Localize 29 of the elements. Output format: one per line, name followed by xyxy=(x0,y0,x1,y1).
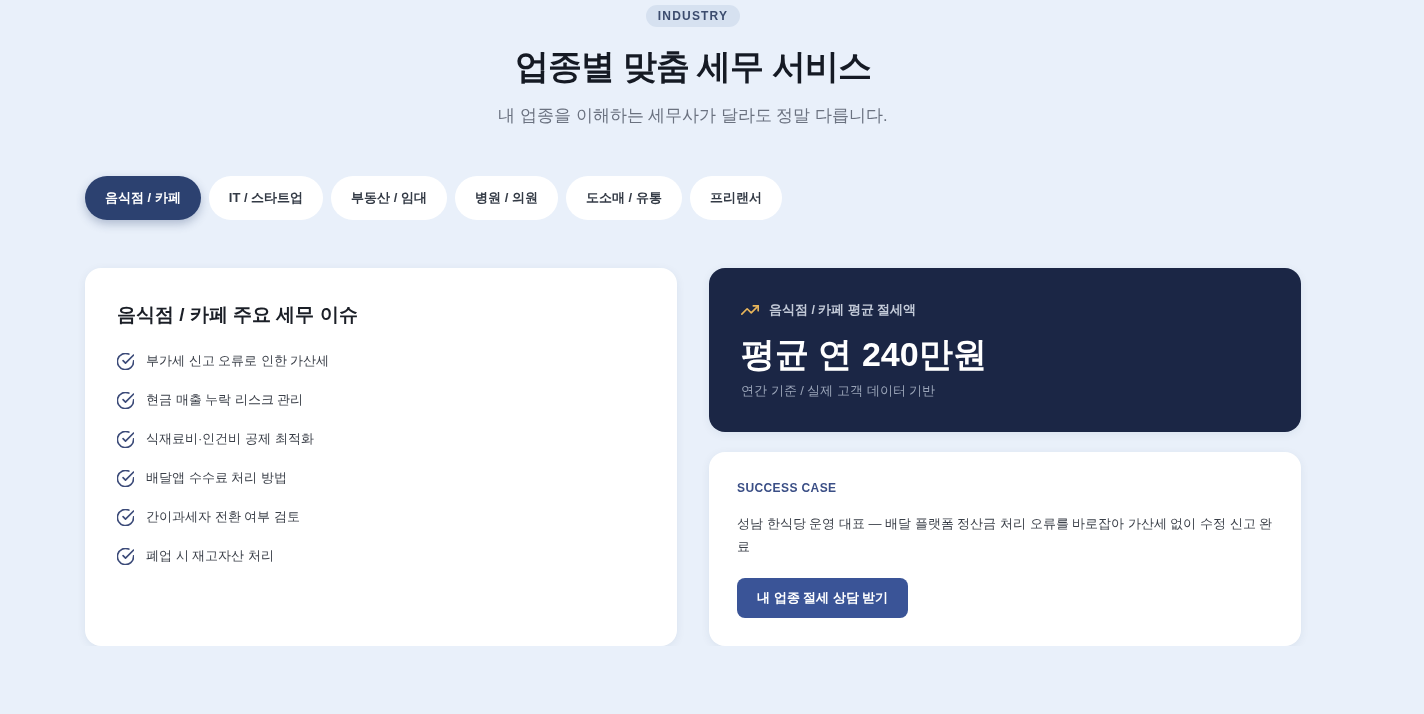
success-case-label: SUCCESS CASE xyxy=(737,480,838,497)
section-subtitle: 내 업종을 이해하는 세무사가 달라도 정말 다릅니다. xyxy=(498,105,888,126)
trend-up-icon xyxy=(741,305,759,315)
issue-item-text: 식재료비·인건비 공제 최적화 xyxy=(146,430,314,448)
check-circle-icon xyxy=(117,508,134,526)
issue-item-text: 배달앱 수수료 처리 방법 xyxy=(146,469,287,487)
check-circle-icon xyxy=(117,430,134,448)
check-circle-icon xyxy=(117,547,134,565)
section-badge: INDUSTRY xyxy=(645,5,741,27)
industry-tab[interactable]: IT / 스타트업 xyxy=(208,176,324,220)
consult-button[interactable]: 내 업종 절세 상담 받기 xyxy=(737,578,909,618)
check-circle-icon xyxy=(117,352,134,370)
industry-tab[interactable]: 도소매 / 유통 xyxy=(565,176,682,220)
industry-tab[interactable]: 병원 / 의원 xyxy=(455,176,558,220)
issues-card-title: 음식점 / 카페 주요 세무 이슈 xyxy=(117,303,359,327)
industry-tab[interactable]: 프리랜서 xyxy=(689,176,782,220)
issue-item-text: 현금 매출 누락 리스크 관리 xyxy=(146,391,304,409)
issue-item-text: 부가세 신고 오류로 인한 가산세 xyxy=(146,352,330,370)
check-circle-icon xyxy=(117,391,134,409)
savings-amount: 평균 연 240만원 xyxy=(741,334,988,375)
success-case-text: 성남 한식당 운영 대표 — 배달 플랫폼 정산금 처리 오류를 바로잡아 가산세 없이 수정 신고 완료 xyxy=(737,515,1274,556)
section-title: 업종별 맞춤 세무 서비스 xyxy=(515,46,871,87)
savings-note: 연간 기준 / 실제 고객 데이터 기반 xyxy=(741,382,937,400)
check-circle-icon xyxy=(117,469,134,487)
industry-tab[interactable]: 부동산 / 임대 xyxy=(331,176,448,220)
issue-item-text: 간이과세자 전환 여부 검토 xyxy=(146,508,300,526)
savings-label: 음식점 / 카페 평균 절세액 xyxy=(769,302,917,319)
issue-item-text: 폐업 시 재고자산 처리 xyxy=(146,547,274,565)
industry-tab[interactable]: 음식점 / 카페 xyxy=(85,176,201,220)
